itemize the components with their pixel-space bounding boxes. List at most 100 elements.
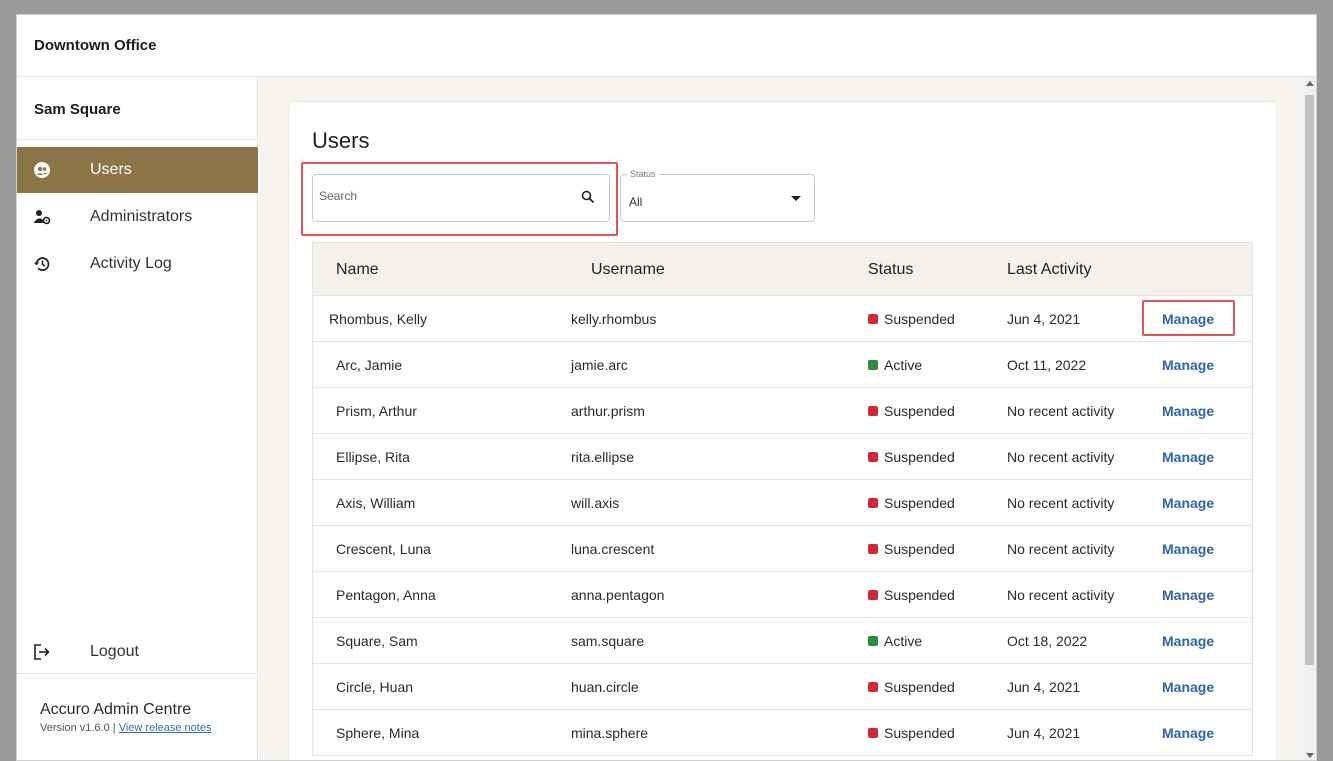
cell-username: mina.sphere [571,725,649,741]
table-row: Rhombus, Kelly kelly.rhombus Jun 4, 2021 Su… [312,296,1253,342]
table-row: Square, Sam sam.square Oct 18, 2022 Active M… [312,618,1253,664]
status-indicator-icon [868,452,878,462]
table-row: Ellipse, Rita rita.ellipse No recent activ… [312,434,1253,480]
cell-last-activity: No recent activity [1007,449,1115,465]
cell-name: Ellipse, Rita [336,449,410,465]
cell-last-activity: No recent activity [1007,403,1115,419]
cell-name: Arc, Jamie [336,357,403,373]
search-field[interactable] [312,174,610,222]
column-header-name[interactable]: Name [336,261,379,279]
manage-button[interactable]: Manage [1162,449,1214,465]
status-indicator-icon [868,636,878,646]
status-indicator-icon [868,590,878,600]
office-title: Downtown Office [34,37,157,54]
app-name: Accuro Admin Centre [40,701,192,718]
status-indicator-icon [868,498,878,508]
manage-highlight-box [1142,300,1235,336]
table-row: Axis, William will.axis No recent activity… [312,480,1253,526]
search-input[interactable] [319,189,569,203]
manage-button[interactable]: Manage [1162,357,1214,373]
sidebar-item-users[interactable]: Users [17,147,258,193]
manage-button[interactable]: Manage [1162,633,1214,649]
search-icon[interactable] [581,190,595,204]
status-indicator-icon [868,314,878,324]
status-filter-label: Status [627,169,659,179]
sidebar-item-label: Activity Log [90,255,172,272]
table-header: Name Username Status Last Activity [312,242,1253,296]
column-header-status[interactable]: Status [868,261,913,279]
scroll-down-icon[interactable] [1306,753,1314,758]
cell-username: huan.circle [571,679,639,695]
scrollbar-thumb[interactable] [1305,95,1314,665]
cell-status: Active [884,357,923,373]
cell-username: kelly.rhombus [571,311,657,327]
users-icon [34,162,50,178]
cell-status: Suspended [884,449,955,465]
version-text: Version v1.6.0 [40,722,110,734]
manage-button[interactable]: Manage [1162,587,1214,603]
cell-last-activity: Jun 4, 2021 [1007,311,1081,327]
manage-button[interactable]: Manage [1162,495,1214,511]
cell-name: Rhombus, Kelly [329,311,428,327]
sidebar-divider [17,139,258,140]
admin-gear-icon [33,210,51,225]
status-filter-value: All [629,195,643,209]
sidebar-item-activity-log[interactable]: Activity Log [17,241,258,287]
column-header-last-activity[interactable]: Last Activity [1007,261,1091,279]
cell-username: arthur.prism [571,403,645,419]
cell-last-activity: No recent activity [1007,587,1115,603]
manage-button[interactable]: Manage [1162,679,1214,695]
status-indicator-icon [868,682,878,692]
status-indicator-icon [868,728,878,738]
cell-last-activity: Oct 18, 2022 [1007,633,1088,649]
cell-name: Prism, Arthur [336,403,417,419]
version-info: Version v1.6.0 | View release notes [40,722,212,734]
cell-username: anna.pentagon [571,587,665,603]
cell-name: Circle, Huan [336,679,414,695]
manage-button[interactable]: Manage [1162,403,1214,419]
cell-status: Suspended [884,495,955,511]
release-notes-link[interactable]: View release notes [119,722,212,734]
table-row: Pentagon, Anna anna.pentagon No recent act… [312,572,1253,618]
sidebar-user-name: Sam Square [34,101,121,118]
table-row: Circle, Huan huan.circle Jun 4, 2021 Suspen… [312,664,1253,710]
cell-name: Sphere, Mina [336,725,420,741]
cell-status: Suspended [884,725,955,741]
sidebar: Sam Square Users Administrators Activity… [17,77,258,760]
cell-status: Active [884,633,923,649]
main-content: Users Status All Name Username Status [259,77,1305,760]
status-filter-select[interactable]: Status All [620,169,815,222]
logout-button[interactable]: Logout [17,629,258,675]
manage-button[interactable]: Manage [1162,725,1214,741]
cell-username: sam.square [571,633,645,649]
cell-status: Suspended [884,403,955,419]
sidebar-item-administrators[interactable]: Administrators [17,194,258,240]
cell-name: Square, Sam [336,633,418,649]
cell-name: Crescent, Luna [336,541,431,557]
cell-username: will.axis [571,495,620,511]
app-window: Downtown Office Sam Square Users Adminis… [16,14,1317,761]
column-header-username[interactable]: Username [591,261,665,279]
cell-username: luna.crescent [571,541,655,557]
scroll-up-icon[interactable] [1306,81,1314,86]
cell-last-activity: Jun 4, 2021 [1007,679,1081,695]
caret-down-icon [791,196,801,201]
history-icon [34,257,50,271]
cell-last-activity: Jun 4, 2021 [1007,725,1081,741]
cell-username: jamie.arc [571,357,628,373]
sidebar-item-label: Users [90,161,132,178]
manage-button[interactable]: Manage [1162,541,1214,557]
cell-status: Suspended [884,587,955,603]
table-row: Prism, Arthur arthur.prism No recent activ… [312,388,1253,434]
table-row: Arc, Jamie jamie.arc Oct 11, 2022 Active Man… [312,342,1253,388]
table-row: Crescent, Luna luna.crescent No recent act… [312,526,1253,572]
cell-last-activity: Oct 11, 2022 [1007,357,1087,373]
sidebar-item-label: Administrators [90,208,193,225]
cell-status: Suspended [884,679,955,695]
cell-name: Pentagon, Anna [336,587,436,603]
table-row: Sphere, Mina mina.sphere Jun 4, 2021 Suspen… [312,710,1253,756]
cell-last-activity: No recent activity [1007,495,1115,511]
status-indicator-icon [868,544,878,554]
sidebar-footer-divider [17,673,258,674]
scrollbar[interactable] [1303,77,1316,760]
